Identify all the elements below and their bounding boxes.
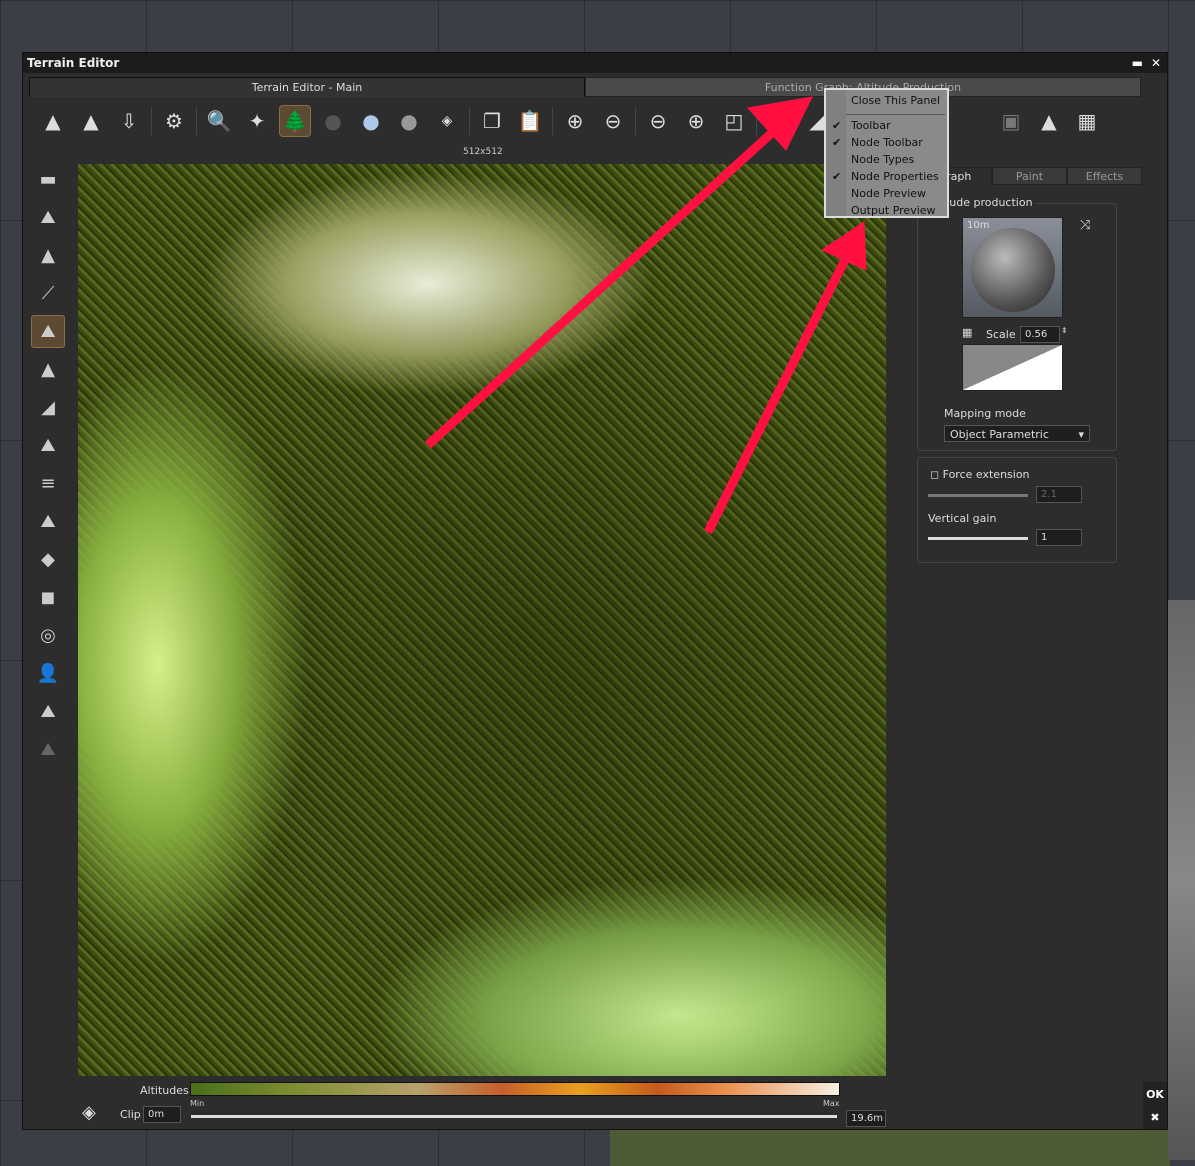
arrow-to-menu (703, 255, 851, 535)
annotation-arrows (424, 96, 867, 535)
arrow-to-tab (424, 126, 779, 449)
